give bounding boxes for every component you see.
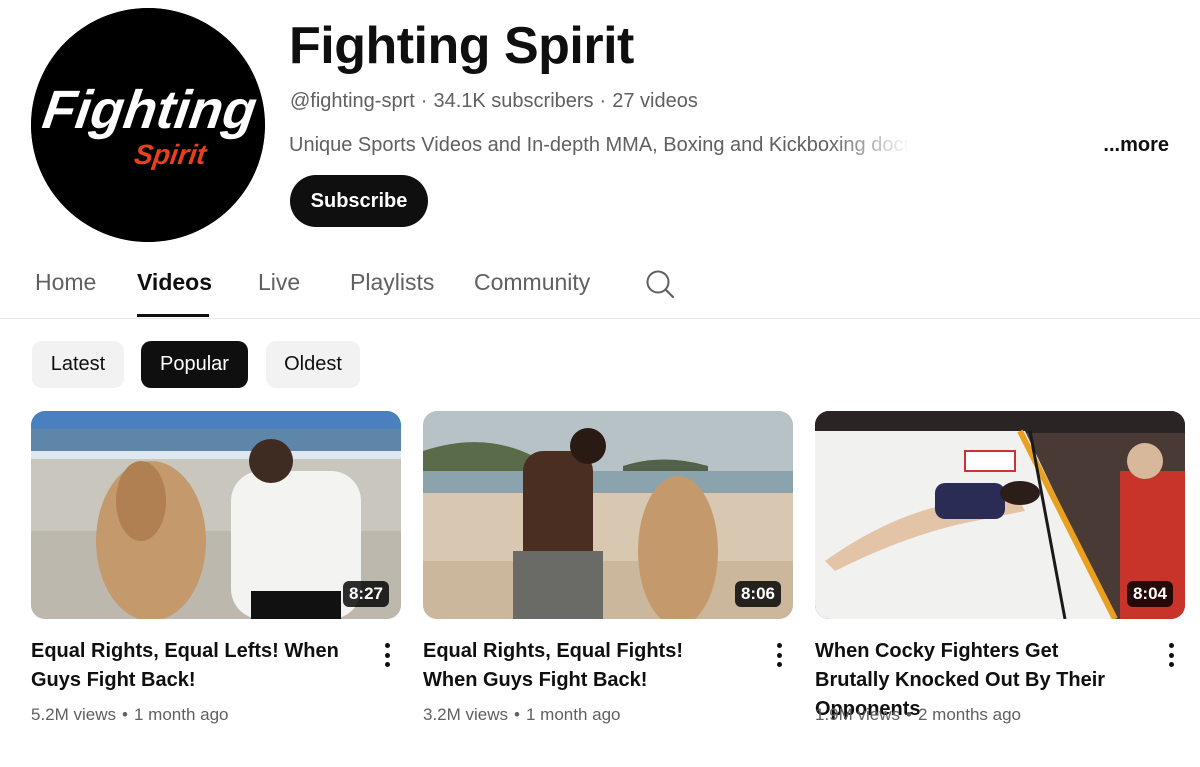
tab-live[interactable]: Live — [258, 269, 300, 296]
tab-community[interactable]: Community — [474, 269, 590, 296]
subscribe-button[interactable]: Subscribe — [290, 175, 428, 227]
video-duration: 8:06 — [734, 581, 781, 607]
fighting-spirit-logo: Fighting Spirit — [31, 8, 265, 242]
view-count: 5.2M views — [31, 705, 117, 724]
more-vert-icon[interactable] — [769, 641, 789, 669]
video-meta: 3.2M views • 1 month ago — [423, 705, 621, 725]
video-card: 8:06 Equal Rights, Equal Fights! When Gu… — [423, 411, 793, 724]
active-tab-indicator — [137, 314, 209, 317]
subscriber-count: 34.1K subscribers — [433, 90, 594, 112]
tab-videos[interactable]: Videos — [137, 269, 212, 296]
video-duration: 8:04 — [1126, 581, 1173, 607]
search-icon[interactable] — [644, 268, 676, 300]
video-title[interactable]: Equal Rights, Equal Lefts! When Guys Fig… — [31, 637, 349, 695]
view-count: 3.2M views — [423, 705, 509, 724]
upload-age: 2 months ago — [917, 705, 1021, 724]
video-title[interactable]: Equal Rights, Equal Fights! When Guys Fi… — [423, 637, 741, 695]
video-thumbnail[interactable]: 8:27 — [31, 411, 401, 619]
video-card: 8:27 Equal Rights, Equal Lefts! When Guy… — [31, 411, 401, 724]
channel-description[interactable]: Unique Sports Videos and In-depth MMA, B… — [289, 131, 1169, 159]
channel-name: Fighting Spirit — [289, 17, 634, 75]
channel-avatar[interactable]: Fighting Spirit — [31, 8, 265, 242]
logo-text-spirit: Spirit — [132, 139, 209, 170]
tab-home[interactable]: Home — [35, 269, 96, 296]
video-duration: 8:27 — [342, 581, 389, 607]
upload-age: 1 month ago — [133, 705, 229, 724]
view-count: 1.9M views — [815, 705, 901, 724]
meta-separator: • — [514, 705, 520, 724]
logo-text-fighting: Fighting — [39, 80, 260, 140]
description-fade: ...more — [829, 131, 1169, 159]
meta-separator: · — [599, 90, 607, 112]
meta-separator: · — [420, 90, 428, 112]
tab-playlists[interactable]: Playlists — [350, 269, 434, 296]
video-meta: 1.9M views • 2 months ago — [815, 705, 1021, 725]
video-thumbnail[interactable]: 8:06 — [423, 411, 793, 619]
upload-age: 1 month ago — [525, 705, 621, 724]
video-thumbnail[interactable]: 8:04 — [815, 411, 1185, 619]
more-link[interactable]: ...more — [1103, 131, 1169, 159]
more-vert-icon[interactable] — [377, 641, 397, 669]
chip-popular[interactable]: Popular — [141, 341, 248, 388]
meta-separator: • — [122, 705, 128, 724]
video-card: 8:04 When Cocky Fighters Get Brutally Kn… — [815, 411, 1185, 724]
video-count: 27 videos — [612, 90, 698, 112]
meta-separator: • — [906, 705, 912, 724]
chip-latest[interactable]: Latest — [32, 341, 124, 388]
channel-handle: @fighting-sprt — [290, 90, 415, 112]
more-vert-icon[interactable] — [1161, 641, 1181, 669]
channel-tabs: Home Videos Live Playlists Community — [0, 255, 1200, 319]
chip-oldest[interactable]: Oldest — [266, 341, 360, 388]
video-meta: 5.2M views • 1 month ago — [31, 705, 229, 725]
channel-meta: @fighting-sprt · 34.1K subscribers · 27 vide… — [290, 88, 698, 114]
